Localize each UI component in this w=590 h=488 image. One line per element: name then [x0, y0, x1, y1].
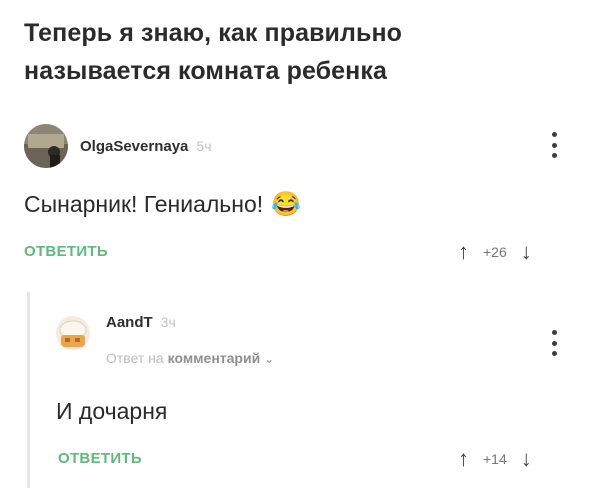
- comment-menu-icon[interactable]: [552, 132, 558, 158]
- reply-to-link[interactable]: Ответ на комментарий ⌄: [106, 350, 274, 366]
- reply-button[interactable]: ОТВЕТИТЬ: [58, 450, 142, 467]
- downvote-icon[interactable]: ↓: [521, 448, 532, 470]
- comment-menu-icon[interactable]: [552, 330, 558, 356]
- reply-thread-line: [27, 292, 30, 488]
- comment-time: 3ч: [160, 314, 176, 330]
- laughing-emoji-icon: 😂: [271, 191, 302, 218]
- chevron-down-icon: ⌄: [264, 352, 275, 366]
- avatar[interactable]: [24, 124, 68, 168]
- comment-text: И дочарня: [56, 398, 167, 425]
- comment-body: И дочарня: [56, 398, 168, 424]
- comment-username[interactable]: OlgaSevernaya: [80, 138, 188, 155]
- upvote-icon[interactable]: ↑: [458, 448, 469, 470]
- upvote-icon[interactable]: ↑: [458, 241, 469, 263]
- downvote-icon[interactable]: ↓: [521, 241, 532, 263]
- comment-text: Сынарник! Гениально! 😂: [24, 190, 301, 219]
- post-title: Теперь я знаю, как правильно называется …: [24, 19, 403, 85]
- vote-score: +14: [483, 451, 507, 467]
- avatar[interactable]: [56, 316, 90, 350]
- vote-score: +26: [483, 244, 507, 260]
- reply-to-prefix: Ответ на: [106, 350, 164, 366]
- reply-to-target: комментарий: [167, 350, 261, 366]
- vote-controls: ↑ +14 ↓: [458, 448, 532, 470]
- avatar-image: [56, 316, 90, 350]
- vote-controls: ↑ +26 ↓: [458, 241, 532, 263]
- avatar-image: [24, 124, 68, 168]
- comment-header: OlgaSevernaya 5ч: [24, 124, 212, 168]
- comment-time: 5ч: [196, 138, 212, 154]
- reply-button[interactable]: ОТВЕТИТЬ: [24, 243, 108, 260]
- comment-username[interactable]: AandT: [106, 314, 153, 331]
- comment-body: Сынарник! Гениально!: [24, 191, 264, 217]
- comment-header: AandT 3ч: [56, 314, 176, 350]
